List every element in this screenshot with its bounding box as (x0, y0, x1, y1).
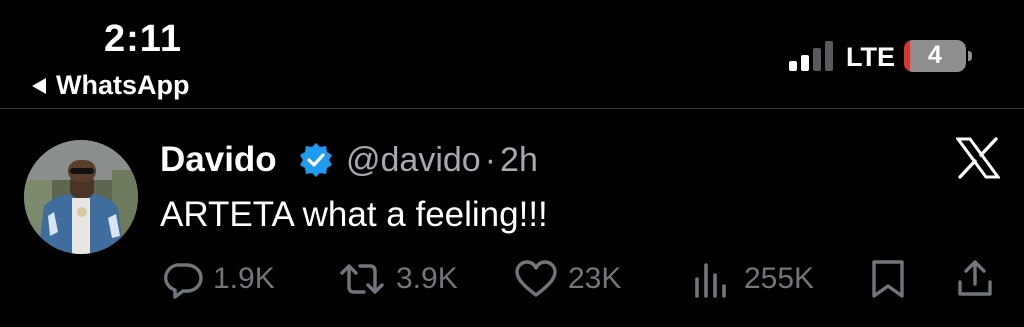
repost-count: 3.9K (396, 262, 458, 295)
bookmark-icon (872, 260, 904, 298)
views-button[interactable]: 255K (692, 258, 814, 300)
meta-separator: · (484, 141, 497, 179)
tweet-time[interactable]: 2h (500, 141, 538, 179)
tweet-text: ARTETA what a feeling!!! (160, 195, 548, 234)
avatar-photo (24, 140, 138, 254)
reply-icon (164, 263, 203, 299)
like-button[interactable]: 23K (514, 258, 621, 300)
avatar[interactable] (24, 140, 138, 254)
status-divider (0, 108, 1024, 109)
reply-button[interactable]: 1.9K (163, 258, 275, 300)
share-icon (958, 260, 992, 296)
tweet-meta: @davido · 2h (346, 141, 538, 180)
views-icon (695, 263, 726, 298)
status-time: 2:11 (104, 18, 182, 60)
reply-count: 1.9K (213, 262, 275, 295)
network-type: LTE (846, 42, 895, 72)
status-bar: 2:11 WhatsApp LTE 4 (0, 0, 1024, 108)
repost-button[interactable]: 3.9K (338, 258, 458, 300)
author-name[interactable]: Davido (160, 140, 277, 180)
back-to-app-button[interactable]: WhatsApp (32, 70, 189, 101)
share-button[interactable] (955, 258, 995, 300)
back-arrow-icon (32, 77, 46, 94)
repost-icon (340, 264, 384, 294)
battery-icon: 4 (904, 40, 966, 72)
verified-badge-icon (300, 143, 332, 177)
like-count: 23K (568, 262, 622, 295)
cellular-signal-icon (789, 41, 835, 71)
bookmark-button[interactable] (868, 258, 908, 300)
views-count: 255K (744, 262, 815, 295)
battery-tip (968, 51, 972, 61)
x-logo-icon[interactable] (956, 137, 1000, 179)
heart-icon (515, 260, 557, 297)
back-app-label: WhatsApp (56, 70, 190, 100)
author-handle[interactable]: @davido (346, 141, 481, 179)
battery-percentage: 4 (928, 41, 942, 69)
